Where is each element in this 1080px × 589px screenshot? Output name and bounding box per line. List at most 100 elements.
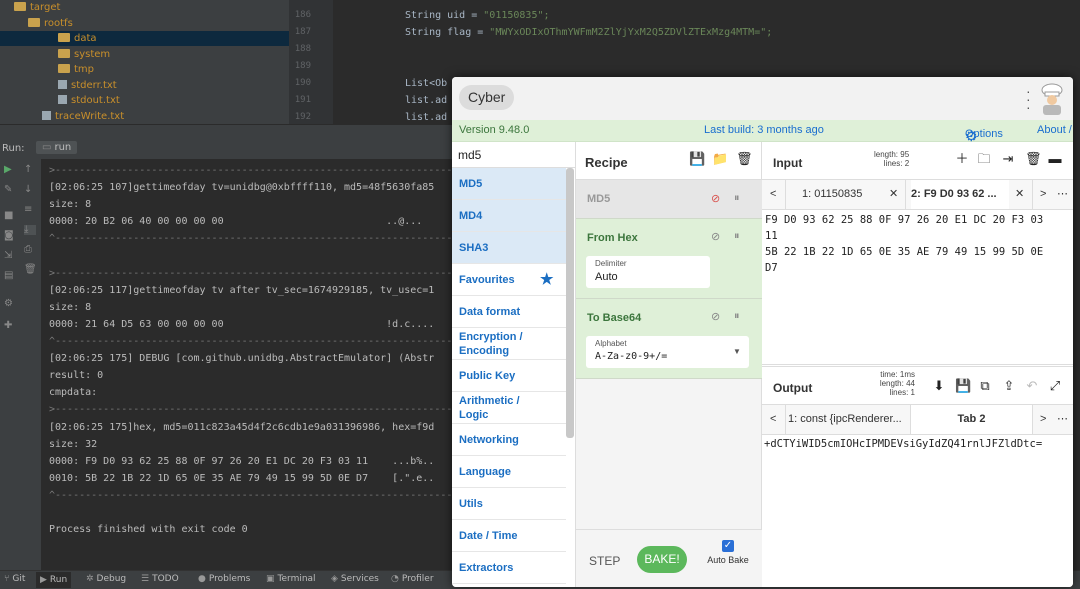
import-icon[interactable]: ⇥ [1001,152,1015,166]
run-console[interactable]: >---------------------------------------… [42,159,452,570]
save-output-icon[interactable]: ⬇ [932,379,946,393]
stop-icon[interactable]: ■ [4,211,16,221]
undo-icon[interactable]: ↶ [1025,379,1039,393]
tree-item[interactable]: stdout.txt [0,93,289,108]
operation-result[interactable]: SHA3 [452,232,566,264]
operation-category[interactable]: Extractors [452,552,566,584]
menu-dots-icon[interactable]: · · · [1026,84,1031,114]
up-icon[interactable]: ↑ [24,165,36,175]
prev-tab-icon[interactable]: < [770,180,776,209]
tree-item[interactable]: target [0,0,289,15]
operation-category[interactable]: Data format [452,296,566,328]
operation-category[interactable]: Networking [452,424,566,456]
save-icon[interactable]: 💾 [955,379,971,393]
info-icon: ● [198,574,206,584]
git-tab[interactable]: ⑂ Git [4,574,25,584]
replace-input-icon[interactable]: ⇪ [1002,379,1016,393]
bug-icon: ✲ [86,574,94,584]
operation-category[interactable]: Language [452,456,566,488]
recipe-title: Recipe [585,155,628,170]
settings-icon[interactable]: ⚙ [4,299,16,309]
operation-category[interactable]: Favourites ★ [452,264,566,296]
add-tab-icon[interactable]: ＋ [955,152,969,166]
alphabet-select[interactable]: Alphabet A-Za-z0-9+/= ▼ [586,336,749,368]
exit-icon[interactable]: ⇲ [4,251,16,261]
layout-icon[interactable]: ▤ [4,271,16,281]
input-tab-2[interactable]: 2: F9 D0 93 62 ... [911,180,1009,209]
recipe-op-to-base64[interactable]: To Base64 ⊘ ⏸ Alphabet A-Za-z0-9+/= ▼ [576,299,762,379]
open-folder-icon[interactable]: 🗀 [977,152,991,166]
output-tab-2[interactable]: Tab 2 [911,405,1032,434]
tree-item-label: traceWrite.txt [55,110,125,122]
trash-icon[interactable]: 🗑 [736,152,753,166]
maximize-icon[interactable]: ⤢ [1048,379,1062,393]
more-tabs-icon[interactable]: ⋯ [1057,180,1068,209]
output-textarea[interactable]: +dCTYiWID5cmIOHcIPMDEVsiGyIdZQ41rnlJFZld… [762,435,1073,587]
folder-icon [14,2,26,11]
tree-item[interactable]: data [0,31,289,46]
input-tab-1[interactable]: 1: 01150835 [802,180,887,209]
disable-icon[interactable]: ⊘ [711,310,720,323]
layout-icon[interactable]: ▬ [1048,152,1062,166]
todo-tab[interactable]: ☰ TODO [141,574,179,584]
recipe-op-md5[interactable]: MD5 ⊘ ⏸ [576,180,762,219]
tree-item[interactable]: stderr.txt [0,78,289,93]
operation-result[interactable]: MD4 [452,200,566,232]
tree-item[interactable]: system [0,47,289,62]
next-tab-icon[interactable]: > [1040,405,1046,434]
operation-result[interactable]: MD5 [452,168,566,200]
operations-search-input[interactable]: md5 [452,142,576,168]
print-icon[interactable]: ⎙ [24,245,36,255]
operation-category[interactable]: Arithmetic / Logic [452,392,566,424]
breakpoint-icon[interactable]: ⏸ [734,230,740,243]
trash-icon[interactable]: 🗑 [24,265,37,275]
input-textarea[interactable]: F9 D0 93 62 25 88 0F 97 26 20 E1 DC 20 F… [762,210,1073,365]
close-icon[interactable]: ✕ [889,180,898,209]
output-tabs: < 1: const {ipcRenderer... Tab 2 > ⋯ [762,405,1073,435]
step-button[interactable]: STEP [589,554,620,568]
output-text: +dCTYiWID5cmIOHcIPMDEVsiGyIdZQ41rnlJFZld… [764,438,1043,450]
disable-icon[interactable]: ⊘ [711,192,720,205]
scroll-end-icon[interactable]: ⤓ [24,225,36,235]
save-icon[interactable]: 💾 [689,152,705,166]
run-tab-bottom[interactable]: ▶ Run [36,572,72,588]
wrench-icon[interactable]: ✎ [4,185,16,195]
wrap-icon[interactable]: ≡ [24,205,36,215]
profiler-tab[interactable]: ◔ Profiler [391,574,434,584]
down-icon[interactable]: ↓ [24,185,36,195]
prev-tab-icon[interactable]: < [770,405,776,434]
debug-tab[interactable]: ✲ Debug [86,574,126,584]
about-link[interactable]: About / [1037,124,1072,136]
output-tab-1[interactable]: 1: const {ipcRenderer... [788,405,908,434]
camera-icon[interactable]: ◙ [4,231,16,241]
copy-icon[interactable]: ⧉ [978,379,992,393]
breakpoint-icon[interactable]: ⏸ [734,310,740,323]
auto-bake-toggle[interactable]: ✓ Auto Bake [703,540,753,565]
operation-category[interactable]: Date / Time [452,520,566,552]
bake-button[interactable]: BAKE! [637,546,687,573]
tree-item[interactable]: rootfs [0,16,289,31]
services-tab[interactable]: ◈ Services [331,574,379,584]
problems-tab[interactable]: ● Problems [198,574,250,584]
next-tab-icon[interactable]: > [1040,180,1046,209]
recipe-op-from-hex[interactable]: From Hex ⊘ ⏸ Delimiter Auto [576,219,762,299]
delete-icon[interactable]: 🗑 [1025,152,1042,166]
breakpoint-icon[interactable]: ⏸ [734,192,740,205]
tree-item[interactable]: tmp [0,62,289,77]
tree-item[interactable]: traceWrite.txt [0,109,289,124]
pin-icon[interactable]: ✚ [4,321,16,331]
operation-category[interactable]: Utils [452,488,566,520]
operation-category[interactable]: Encryption / Encoding [452,328,566,360]
more-tabs-icon[interactable]: ⋯ [1057,405,1068,434]
run-tab[interactable]: ▭ run [36,141,78,154]
terminal-tab[interactable]: ▣ Terminal [266,574,316,584]
folder-icon[interactable]: 📁 [712,152,728,166]
operation-category[interactable]: Public Key [452,360,566,392]
disable-icon[interactable]: ⊘ [711,230,720,243]
close-icon[interactable]: ✕ [1015,180,1024,209]
last-build-link[interactable]: Last build: 3 months ago [704,124,824,136]
rerun-icon[interactable]: ▶ [4,165,16,175]
operations-scrollbar[interactable] [566,168,574,438]
operation-label: SHA3 [459,242,489,254]
delimiter-field[interactable]: Delimiter Auto [586,256,710,288]
